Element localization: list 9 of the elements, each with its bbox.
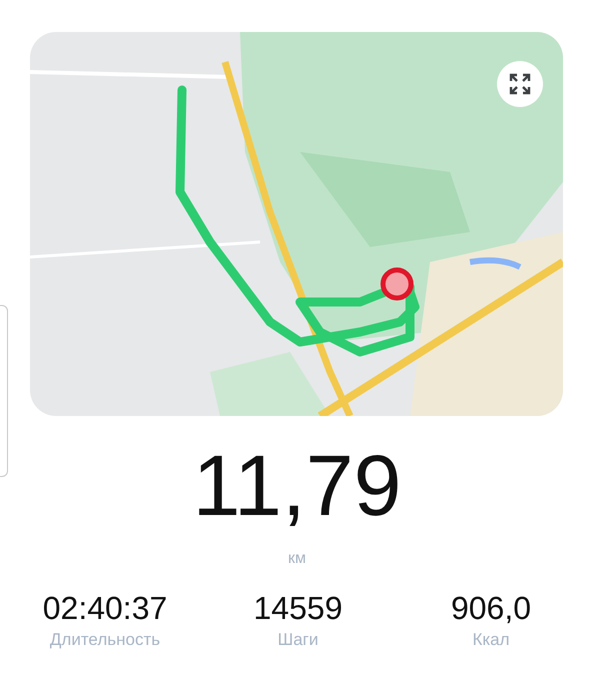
stat-label: Ккал	[472, 630, 510, 650]
expand-icon	[508, 72, 532, 96]
stat-label: Длительность	[50, 630, 160, 650]
stat-value: 02:40:37	[42, 589, 168, 628]
stat-label: Шаги	[278, 630, 318, 650]
stat-value: 14559	[254, 589, 342, 628]
distance-unit: км	[288, 550, 306, 568]
distance-value: 11,79	[192, 438, 402, 534]
stat-value: 906,0	[450, 589, 532, 628]
